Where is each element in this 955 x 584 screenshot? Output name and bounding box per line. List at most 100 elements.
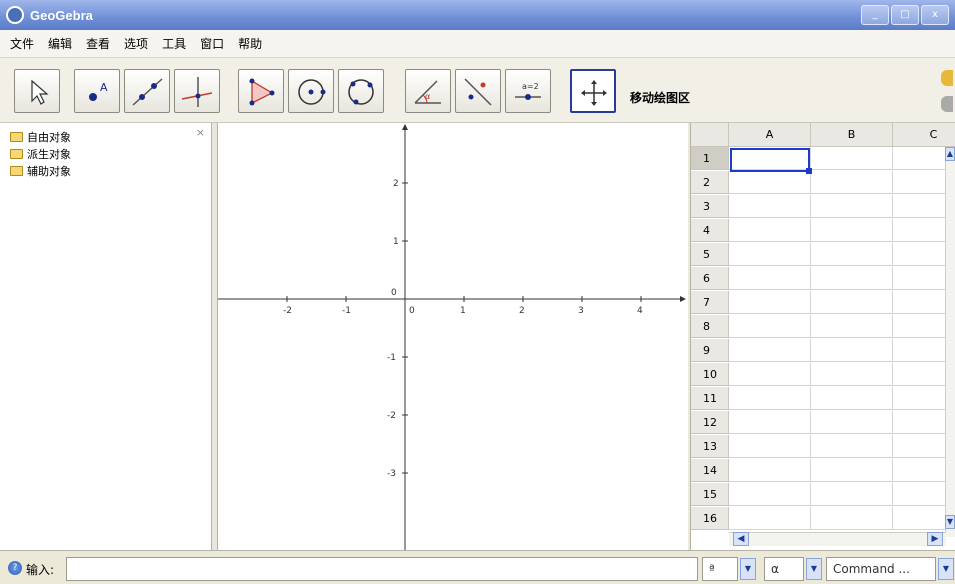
menu-window[interactable]: 窗口 <box>200 35 224 52</box>
spreadsheet-cell[interactable] <box>811 339 893 362</box>
conic-tool-button[interactable] <box>338 69 384 113</box>
input-label: 输入: <box>26 563 55 577</box>
spreadsheet-cell[interactable] <box>811 435 893 458</box>
polygon-tool-button[interactable] <box>238 69 284 113</box>
row-header[interactable]: 15 <box>691 483 729 506</box>
row-header[interactable]: 10 <box>691 363 729 386</box>
selected-cell-a1[interactable] <box>730 148 812 174</box>
circle-tool-button[interactable] <box>288 69 334 113</box>
move-graphics-view-tool-button[interactable] <box>570 69 616 113</box>
command-combo-dropdown-icon[interactable]: ▼ <box>938 558 954 580</box>
row-header[interactable]: 6 <box>691 267 729 290</box>
scroll-left-icon[interactable]: ◀ <box>733 532 749 546</box>
spreadsheet-cell[interactable] <box>811 243 893 266</box>
row-header[interactable]: 11 <box>691 387 729 410</box>
scroll-up-icon[interactable]: ▲ <box>945 147 955 161</box>
column-header-b[interactable]: B <box>811 123 893 147</box>
scroll-down-icon[interactable]: ▼ <box>945 515 955 529</box>
spreadsheet-cell[interactable] <box>811 147 893 170</box>
spreadsheet-cell[interactable] <box>729 291 811 314</box>
row-header[interactable]: 16 <box>691 507 729 530</box>
menu-file[interactable]: 文件 <box>10 35 34 52</box>
folder-icon <box>10 131 23 142</box>
spreadsheet-cell[interactable] <box>729 219 811 242</box>
circle-icon <box>298 79 326 105</box>
row-header[interactable]: 2 <box>691 171 729 194</box>
spreadsheet-cell[interactable] <box>811 363 893 386</box>
spreadsheet-cell[interactable] <box>811 483 893 506</box>
row-header[interactable]: 9 <box>691 339 729 362</box>
row-header[interactable]: 12 <box>691 411 729 434</box>
row-header[interactable]: 14 <box>691 459 729 482</box>
move-tool-button[interactable] <box>14 69 60 113</box>
graphics-view[interactable]: -2 -1 0 1 2 3 4 2 1 0 -1 -2 -3 <box>218 123 688 550</box>
line-tool-button[interactable] <box>124 69 170 113</box>
column-header-c[interactable]: C <box>893 123 955 147</box>
spreadsheet-cell[interactable] <box>729 435 811 458</box>
tree-folder-dependent[interactable]: 派生对象 <box>0 146 211 161</box>
spreadsheet-cell[interactable] <box>811 291 893 314</box>
menu-edit[interactable]: 编辑 <box>48 35 72 52</box>
spreadsheet-cell[interactable] <box>729 411 811 434</box>
spreadsheet-cell[interactable] <box>729 363 811 386</box>
folder-icon <box>10 148 23 159</box>
spreadsheet-cell[interactable] <box>729 339 811 362</box>
symbol-combo-dropdown-icon[interactable]: ▼ <box>740 558 756 580</box>
point-tool-button[interactable]: A <box>74 69 120 113</box>
tree-folder-auxiliary[interactable]: 辅助对象 <box>0 163 211 178</box>
spreadsheet-cell[interactable] <box>729 267 811 290</box>
perpendicular-tool-button[interactable] <box>174 69 220 113</box>
menu-view[interactable]: 查看 <box>86 35 110 52</box>
command-combo[interactable]: Command ... <box>826 557 936 581</box>
vertical-scrollbar[interactable] <box>945 147 955 537</box>
greek-combo-dropdown-icon[interactable]: ▼ <box>806 558 822 580</box>
input-field[interactable] <box>66 557 698 581</box>
spreadsheet-cell[interactable] <box>811 315 893 338</box>
y-tick-label: 1 <box>393 237 399 247</box>
spreadsheet-cell[interactable] <box>811 411 893 434</box>
row-header[interactable]: 1 <box>691 147 729 170</box>
symbol-combo[interactable]: ª <box>702 557 738 581</box>
reflect-tool-button[interactable] <box>455 69 501 113</box>
spreadsheet-cell[interactable] <box>811 387 893 410</box>
spreadsheet-cell[interactable] <box>729 315 811 338</box>
row-header[interactable]: 5 <box>691 243 729 266</box>
geogebra-window: GeoGebra _ □ x 文件 编辑 查看 选项 工具 窗口 帮助 A α … <box>0 0 955 584</box>
spreadsheet-cell[interactable] <box>811 267 893 290</box>
spreadsheet-cell[interactable] <box>729 195 811 218</box>
close-button[interactable]: x <box>921 5 949 25</box>
minimize-button[interactable]: _ <box>861 5 889 25</box>
spreadsheet-cell[interactable] <box>811 507 893 530</box>
row-header[interactable]: 13 <box>691 435 729 458</box>
spreadsheet-cell[interactable] <box>729 507 811 530</box>
spreadsheet-cell[interactable] <box>811 195 893 218</box>
menu-options[interactable]: 选项 <box>124 35 148 52</box>
tree-folder-free[interactable]: 自由对象 <box>0 129 211 144</box>
close-algebra-icon[interactable]: × <box>196 126 205 139</box>
menu-help[interactable]: 帮助 <box>238 35 262 52</box>
spreadsheet-cell[interactable] <box>811 171 893 194</box>
scroll-right-icon[interactable]: ▶ <box>927 532 943 546</box>
horizontal-scrollbar[interactable] <box>729 532 946 546</box>
menu-tools[interactable]: 工具 <box>162 35 186 52</box>
folder-label: 派生对象 <box>27 147 71 161</box>
spreadsheet-cell[interactable] <box>811 459 893 482</box>
spreadsheet-cell[interactable] <box>729 483 811 506</box>
spreadsheet-cell[interactable] <box>729 387 811 410</box>
column-header-a[interactable]: A <box>729 123 811 147</box>
input-help-icon[interactable]: ? <box>8 561 22 575</box>
row-header[interactable]: 7 <box>691 291 729 314</box>
spreadsheet-cell[interactable] <box>729 459 811 482</box>
undo-icon[interactable] <box>941 70 953 86</box>
spreadsheet-cell[interactable] <box>811 219 893 242</box>
row-header[interactable]: 3 <box>691 195 729 218</box>
row-header[interactable]: 8 <box>691 315 729 338</box>
greek-combo[interactable]: α <box>764 557 804 581</box>
redo-icon[interactable] <box>941 96 953 112</box>
angle-tool-button[interactable]: α <box>405 69 451 113</box>
spreadsheet-cell[interactable] <box>729 243 811 266</box>
maximize-button[interactable]: □ <box>891 5 919 25</box>
row-header[interactable]: 4 <box>691 219 729 242</box>
slider-tool-button[interactable]: a=2 <box>505 69 551 113</box>
spreadsheet-cell[interactable] <box>729 171 811 194</box>
